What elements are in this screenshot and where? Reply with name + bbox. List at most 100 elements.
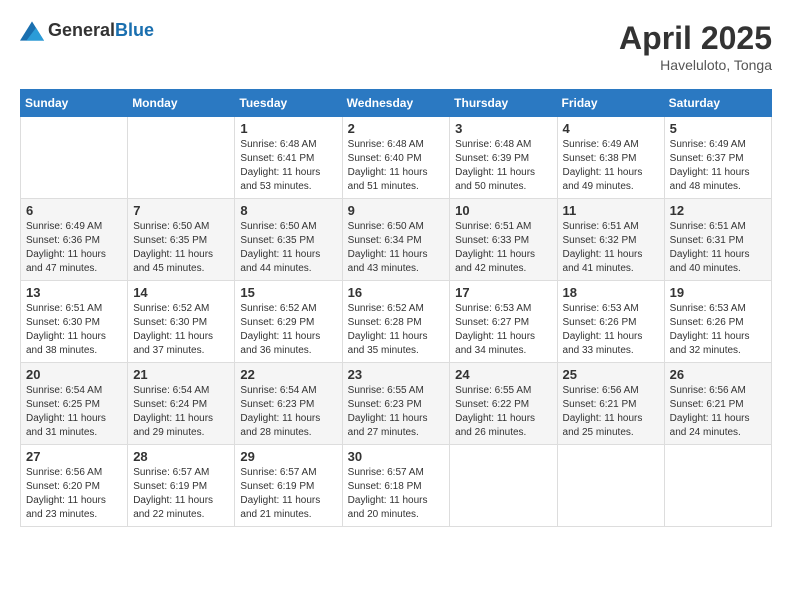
calendar-cell: 1 Sunrise: 6:48 AM Sunset: 6:41 PM Daylig… — [235, 117, 342, 199]
day-number: 30 — [348, 449, 445, 464]
day-info: Sunrise: 6:55 AM Sunset: 6:23 PM Dayligh… — [348, 384, 445, 440]
day-info: Sunrise: 6:52 AM Sunset: 6:29 PM Dayligh… — [240, 302, 336, 358]
calendar-location: Haveluloto, Tonga — [619, 57, 772, 73]
day-info: Sunrise: 6:49 AM Sunset: 6:38 PM Dayligh… — [563, 138, 659, 194]
day-info: Sunrise: 6:56 AM Sunset: 6:20 PM Dayligh… — [26, 466, 122, 522]
day-number: 16 — [348, 285, 445, 300]
day-number: 29 — [240, 449, 336, 464]
day-info: Sunrise: 6:57 AM Sunset: 6:19 PM Dayligh… — [133, 466, 229, 522]
calendar-cell — [128, 117, 235, 199]
calendar-cell: 11 Sunrise: 6:51 AM Sunset: 6:32 PM Dayli… — [557, 199, 664, 281]
logo: GeneralBlue — [20, 20, 154, 41]
calendar-cell: 24Sunrise: 6:55 AM Sunset: 6:22 PM Dayli… — [450, 363, 557, 445]
day-info: Sunrise: 6:50 AM Sunset: 6:35 PM Dayligh… — [240, 220, 336, 276]
calendar-cell: 7 Sunrise: 6:50 AM Sunset: 6:35 PM Daylig… — [128, 199, 235, 281]
day-number: 17 — [455, 285, 551, 300]
calendar-cell: 25 Sunrise: 6:56 AM Sunset: 6:21 PM Dayli… — [557, 363, 664, 445]
calendar-table: SundayMondayTuesdayWednesdayThursdayFrid… — [20, 89, 772, 527]
calendar-cell: 23Sunrise: 6:55 AM Sunset: 6:23 PM Dayli… — [342, 363, 450, 445]
day-number: 4 — [563, 121, 659, 136]
day-number: 13 — [26, 285, 122, 300]
calendar-cell — [21, 117, 128, 199]
calendar-cell: 18 Sunrise: 6:53 AM Sunset: 6:26 PM Dayli… — [557, 281, 664, 363]
day-info: Sunrise: 6:50 AM Sunset: 6:34 PM Dayligh… — [348, 220, 445, 276]
day-info: Sunrise: 6:57 AM Sunset: 6:19 PM Dayligh… — [240, 466, 336, 522]
day-number: 19 — [670, 285, 766, 300]
calendar-cell: 12 Sunrise: 6:51 AM Sunset: 6:31 PM Dayli… — [664, 199, 771, 281]
day-info: Sunrise: 6:57 AM Sunset: 6:18 PM Dayligh… — [348, 466, 445, 522]
calendar-cell: 19 Sunrise: 6:53 AM Sunset: 6:26 PM Dayli… — [664, 281, 771, 363]
calendar-cell: 6 Sunrise: 6:49 AM Sunset: 6:36 PM Daylig… — [21, 199, 128, 281]
day-number: 25 — [563, 367, 659, 382]
day-number: 2 — [348, 121, 445, 136]
calendar-week-row: 27 Sunrise: 6:56 AM Sunset: 6:20 PM Dayli… — [21, 445, 772, 527]
title-block: April 2025 Haveluloto, Tonga — [619, 20, 772, 73]
calendar-week-row: 13Sunrise: 6:51 AM Sunset: 6:30 PM Dayli… — [21, 281, 772, 363]
day-number: 21 — [133, 367, 229, 382]
calendar-cell: 26Sunrise: 6:56 AM Sunset: 6:21 PM Dayli… — [664, 363, 771, 445]
day-number: 9 — [348, 203, 445, 218]
day-info: Sunrise: 6:50 AM Sunset: 6:35 PM Dayligh… — [133, 220, 229, 276]
day-info: Sunrise: 6:51 AM Sunset: 6:31 PM Dayligh… — [670, 220, 766, 276]
col-header-sunday: Sunday — [21, 90, 128, 117]
day-info: Sunrise: 6:53 AM Sunset: 6:27 PM Dayligh… — [455, 302, 551, 358]
calendar-week-row: 1 Sunrise: 6:48 AM Sunset: 6:41 PM Daylig… — [21, 117, 772, 199]
calendar-cell: 22 Sunrise: 6:54 AM Sunset: 6:23 PM Dayli… — [235, 363, 342, 445]
calendar-cell: 17 Sunrise: 6:53 AM Sunset: 6:27 PM Dayli… — [450, 281, 557, 363]
day-info: Sunrise: 6:48 AM Sunset: 6:40 PM Dayligh… — [348, 138, 445, 194]
calendar-cell: 15Sunrise: 6:52 AM Sunset: 6:29 PM Dayli… — [235, 281, 342, 363]
calendar-cell: 10 Sunrise: 6:51 AM Sunset: 6:33 PM Dayli… — [450, 199, 557, 281]
calendar-week-row: 20Sunrise: 6:54 AM Sunset: 6:25 PM Dayli… — [21, 363, 772, 445]
calendar-cell: 20Sunrise: 6:54 AM Sunset: 6:25 PM Dayli… — [21, 363, 128, 445]
day-number: 27 — [26, 449, 122, 464]
calendar-cell: 9 Sunrise: 6:50 AM Sunset: 6:34 PM Daylig… — [342, 199, 450, 281]
calendar-title: April 2025 — [619, 20, 772, 57]
day-info: Sunrise: 6:53 AM Sunset: 6:26 PM Dayligh… — [563, 302, 659, 358]
day-info: Sunrise: 6:55 AM Sunset: 6:22 PM Dayligh… — [455, 384, 551, 440]
calendar-header-row: SundayMondayTuesdayWednesdayThursdayFrid… — [21, 90, 772, 117]
day-number: 8 — [240, 203, 336, 218]
day-info: Sunrise: 6:54 AM Sunset: 6:23 PM Dayligh… — [240, 384, 336, 440]
col-header-tuesday: Tuesday — [235, 90, 342, 117]
day-info: Sunrise: 6:56 AM Sunset: 6:21 PM Dayligh… — [563, 384, 659, 440]
day-info: Sunrise: 6:52 AM Sunset: 6:28 PM Dayligh… — [348, 302, 445, 358]
day-number: 6 — [26, 203, 122, 218]
col-header-saturday: Saturday — [664, 90, 771, 117]
col-header-thursday: Thursday — [450, 90, 557, 117]
day-number: 20 — [26, 367, 122, 382]
calendar-cell: 4 Sunrise: 6:49 AM Sunset: 6:38 PM Daylig… — [557, 117, 664, 199]
day-number: 12 — [670, 203, 766, 218]
day-info: Sunrise: 6:56 AM Sunset: 6:21 PM Dayligh… — [670, 384, 766, 440]
calendar-cell — [557, 445, 664, 527]
day-number: 18 — [563, 285, 659, 300]
calendar-cell: 21 Sunrise: 6:54 AM Sunset: 6:24 PM Dayli… — [128, 363, 235, 445]
day-info: Sunrise: 6:49 AM Sunset: 6:36 PM Dayligh… — [26, 220, 122, 276]
logo-blue-text: Blue — [115, 20, 154, 40]
day-number: 3 — [455, 121, 551, 136]
day-info: Sunrise: 6:48 AM Sunset: 6:39 PM Dayligh… — [455, 138, 551, 194]
day-number: 10 — [455, 203, 551, 218]
day-number: 14 — [133, 285, 229, 300]
calendar-cell: 29 Sunrise: 6:57 AM Sunset: 6:19 PM Dayli… — [235, 445, 342, 527]
calendar-cell: 28Sunrise: 6:57 AM Sunset: 6:19 PM Dayli… — [128, 445, 235, 527]
day-number: 22 — [240, 367, 336, 382]
day-info: Sunrise: 6:48 AM Sunset: 6:41 PM Dayligh… — [240, 138, 336, 194]
calendar-cell: 14Sunrise: 6:52 AM Sunset: 6:30 PM Dayli… — [128, 281, 235, 363]
logo-general-text: General — [48, 20, 115, 40]
calendar-cell: 2 Sunrise: 6:48 AM Sunset: 6:40 PM Daylig… — [342, 117, 450, 199]
day-number: 7 — [133, 203, 229, 218]
day-info: Sunrise: 6:53 AM Sunset: 6:26 PM Dayligh… — [670, 302, 766, 358]
day-info: Sunrise: 6:54 AM Sunset: 6:24 PM Dayligh… — [133, 384, 229, 440]
calendar-cell — [450, 445, 557, 527]
day-info: Sunrise: 6:51 AM Sunset: 6:33 PM Dayligh… — [455, 220, 551, 276]
calendar-cell: 3 Sunrise: 6:48 AM Sunset: 6:39 PM Daylig… — [450, 117, 557, 199]
day-info: Sunrise: 6:51 AM Sunset: 6:32 PM Dayligh… — [563, 220, 659, 276]
day-info: Sunrise: 6:49 AM Sunset: 6:37 PM Dayligh… — [670, 138, 766, 194]
col-header-wednesday: Wednesday — [342, 90, 450, 117]
day-number: 1 — [240, 121, 336, 136]
day-number: 11 — [563, 203, 659, 218]
calendar-cell: 13Sunrise: 6:51 AM Sunset: 6:30 PM Dayli… — [21, 281, 128, 363]
calendar-cell — [664, 445, 771, 527]
page-header: GeneralBlue April 2025 Haveluloto, Tonga — [20, 20, 772, 73]
col-header-monday: Monday — [128, 90, 235, 117]
